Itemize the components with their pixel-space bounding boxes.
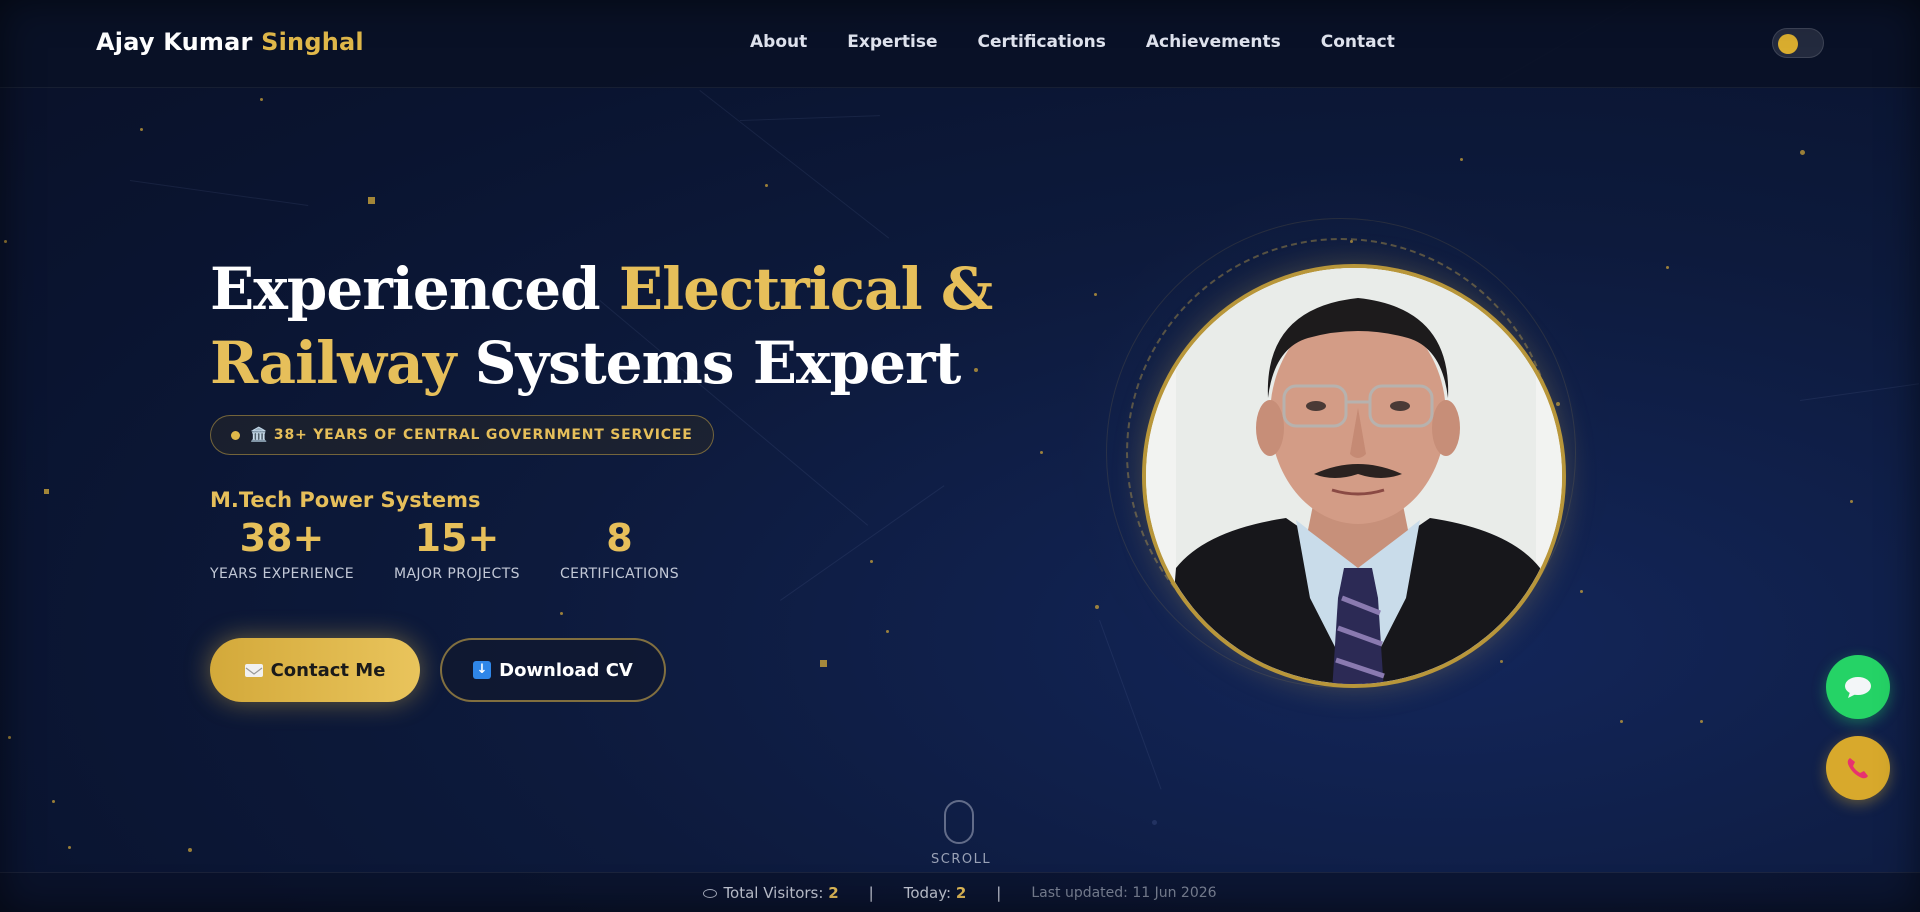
stat-certifications: 8 CERTIFICATIONS [560,514,679,582]
mail-icon [244,663,263,677]
stat-years: 38+ YEARS EXPERIENCE [210,514,354,582]
degree-label: M.Tech Power Systems [210,488,481,512]
hero-title-highlight: Electrical & [618,255,993,323]
nav-menu: About Expertise Certifications Achieveme… [750,32,1395,52]
experience-badge: 🏛️ 38+ YEARS OF CENTRAL GOVERNMENT SERVI… [210,415,714,455]
contact-me-button[interactable]: Contact Me [210,638,420,702]
badge-dot [231,430,240,440]
chat-icon [1845,677,1871,698]
call-button[interactable] [1826,736,1890,800]
today-label: Today: [903,883,952,902]
whatsapp-chat-button[interactable] [1826,655,1890,719]
download-cv-button[interactable]: ↓ Download CV [440,638,666,702]
stats-row: 38+ YEARS EXPERIENCE 15+ MAJOR PROJECTS … [210,514,719,582]
total-visitors-label: Total Visitors: [723,883,824,902]
stat-projects: 15+ MAJOR PROJECTS [394,514,520,582]
logo-last-name: Singhal [261,28,364,56]
footer-separator: | [996,883,1002,902]
badge-label: 38+ YEARS OF CENTRAL GOVERNMENT SERVICEE [273,427,693,443]
stat-label: MAJOR PROJECTS [393,566,520,582]
total-visitors: Total Visitors: 2 [703,883,839,902]
badge-text: 🏛️ 38+ YEARS OF CENTRAL GOVERNMENT SERVI… [250,427,693,443]
nav-link-achievements[interactable]: Achievements [1146,32,1281,52]
today-visitors: Today: 2 [904,884,967,902]
site-logo[interactable]: Ajay Kumar Singhal [96,28,364,56]
footer-separator: | [868,883,874,902]
vignette [0,0,1920,912]
stat-value: 38+ [239,516,325,560]
hero-title-highlight: Railway [210,329,456,397]
visitor-footer: Total Visitors: 2 | Today: 2 | Last upda… [0,872,1920,912]
hero-title-part: Systems Expert [455,329,962,397]
today-value: 2 [955,883,967,902]
theme-toggle-knob [1778,34,1798,54]
total-visitors-value: 2 [828,883,839,902]
profile-photo [1142,264,1566,688]
starfield-background [0,0,1920,912]
scroll-label: SCROLL [931,852,992,867]
download-cv-label: Download CV [499,659,633,681]
download-icon: ↓ [473,661,492,679]
stat-label: CERTIFICATIONS [559,566,680,582]
nav-link-contact[interactable]: Contact [1321,32,1395,52]
logo-first-name: Ajay Kumar [96,28,253,56]
nav-link-about[interactable]: About [750,32,807,52]
phone-icon [1847,758,1868,779]
top-navbar: Ajay Kumar Singhal About Expertise Certi… [0,0,1920,88]
hero-title: Experienced Electrical & Railway Systems… [210,252,993,400]
stat-value: 15+ [414,516,500,560]
last-updated: Last updated: 11 Jun 2026 [1031,884,1217,901]
theme-toggle[interactable] [1772,28,1824,58]
stat-label: YEARS EXPERIENCE [210,566,354,582]
government-icon: 🏛️ [250,427,269,443]
mouse-icon[interactable] [944,800,974,844]
hero-title-part: Experienced [210,255,619,323]
nav-link-certifications[interactable]: Certifications [978,32,1106,52]
eye-icon [703,888,718,898]
nav-link-expertise[interactable]: Expertise [847,32,937,52]
stat-value: 8 [606,516,633,560]
contact-me-label: Contact Me [270,659,386,681]
